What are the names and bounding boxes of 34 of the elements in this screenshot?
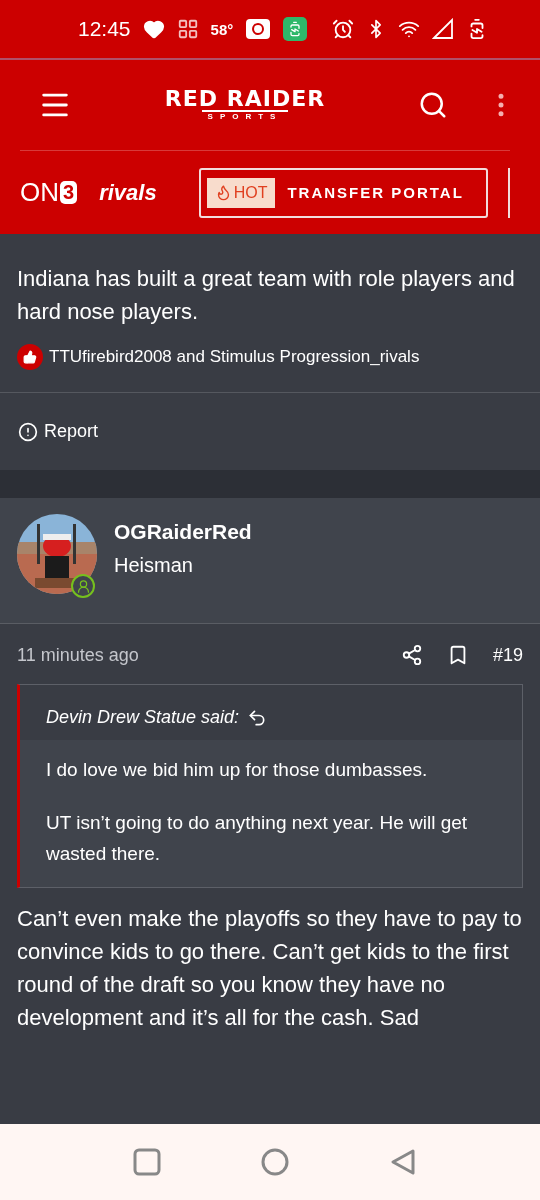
back-icon[interactable] xyxy=(389,1148,417,1176)
transfer-portal-label: TRANSFER PORTAL xyxy=(287,184,464,201)
temperature: 58° xyxy=(210,20,234,38)
quote-author[interactable]: Devin Drew Statue said: xyxy=(46,707,240,728)
logo-subtitle: SPORTS xyxy=(201,110,289,122)
clock-time: 12:45 xyxy=(78,17,131,41)
post-number[interactable]: #19 xyxy=(492,644,523,666)
transfer-portal-link[interactable]: HOT TRANSFER PORTAL xyxy=(198,167,488,218)
search-icon[interactable] xyxy=(418,90,448,120)
radio-icon xyxy=(245,18,272,40)
reactions-text[interactable]: TTUfirebird2008 and Stimulus Progression_rivals xyxy=(49,347,420,367)
widgets-icon xyxy=(176,18,199,40)
post-time: 11 minutes ago xyxy=(17,644,140,666)
home-icon[interactable] xyxy=(261,1148,289,1176)
quote-text: UT isn’t going to do anything next year. He will get wasted there. xyxy=(46,811,469,866)
share-icon[interactable] xyxy=(400,644,423,666)
alert-icon xyxy=(18,421,38,442)
on3-logo-digit: 3 xyxy=(60,181,78,204)
recents-icon[interactable] xyxy=(133,1148,161,1176)
author-rank: Heisman xyxy=(114,554,194,577)
on3-logo-text: ON xyxy=(20,177,59,208)
rivals-logo[interactable]: rivals xyxy=(99,179,157,206)
report-link[interactable]: Report xyxy=(18,421,522,442)
alarm-icon xyxy=(332,18,354,40)
heart-icon xyxy=(142,18,165,40)
author-name[interactable]: OGRaiderRed xyxy=(114,520,252,544)
like-icon xyxy=(17,344,43,370)
signal-icon xyxy=(432,18,454,40)
quote-text: I do love we bid him up for those dumbasses. xyxy=(46,758,429,782)
post-text: Indiana has built a great team with role players and hard nose players. xyxy=(17,265,516,326)
battery-saver-icon xyxy=(283,17,308,41)
hot-badge: HOT xyxy=(206,177,276,208)
post-text: Can’t even make the playoffs so they have to pay to convince kids to go there. Can’t get kids to the first round of the draft so you know they have no development and it’s all for the cash. Sad xyxy=(17,905,523,1032)
logo-title: RED RAIDER xyxy=(164,88,326,111)
